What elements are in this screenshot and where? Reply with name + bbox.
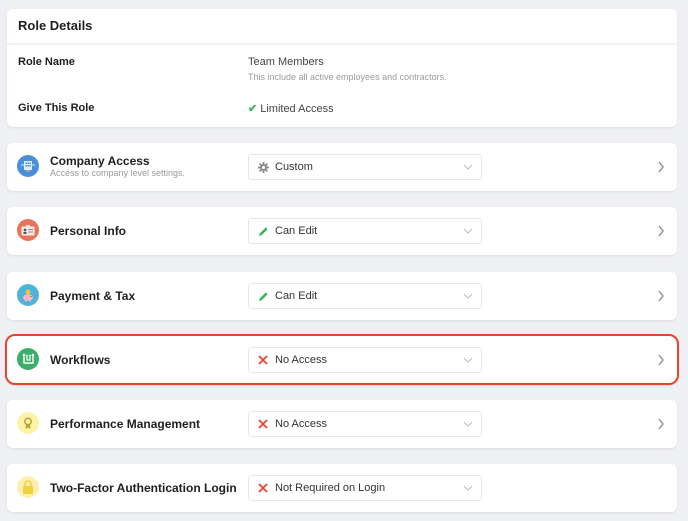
access-level-value: Not Required on Login [275,482,386,494]
permission-title: Personal Info [50,224,127,238]
pencil-icon [257,226,269,237]
permission-row-personal-info[interactable]: Personal Info Can Edit [7,207,677,255]
give-role-value-wrap: ✔ Limited Access [248,102,334,115]
chevron-right-icon[interactable] [657,224,665,242]
role-name-value: Team Members [248,56,324,68]
permission-title: Performance Management [50,417,201,431]
access-level-value: Can Edit [275,290,318,302]
chevron-down-icon [463,162,473,174]
piggy-bank-icon [17,284,39,306]
chevron-right-icon[interactable] [657,417,665,435]
workflow-icon [17,348,39,370]
chevron-right-icon[interactable] [657,289,665,307]
give-role-value: Limited Access [260,103,334,115]
chevron-down-icon [463,483,473,495]
chevron-right-icon[interactable] [657,353,665,371]
permission-row-performance-management[interactable]: Performance Management No Access [7,400,677,448]
permission-row-company-access[interactable]: Company Access Access to company level s… [7,143,677,191]
permission-row-two-factor-auth[interactable]: Two-Factor Authentication Login Not Requ… [7,464,677,512]
permission-row-payment-tax[interactable]: Payment & Tax Can Edit [7,272,677,320]
x-icon [257,419,269,429]
permission-title: Company Access [50,154,150,168]
award-icon [17,412,39,434]
pencil-icon [257,291,269,302]
id-card-icon [17,219,39,241]
permission-title: Workflows [50,353,111,367]
give-role-label: Give This Role [18,102,95,114]
access-level-select[interactable]: Can Edit [248,218,482,244]
access-level-value: No Access [275,354,327,366]
access-level-select[interactable]: Custom [248,154,482,180]
chevron-right-icon[interactable] [657,160,665,178]
permission-row-workflows[interactable]: Workflows No Access [5,334,679,385]
access-level-value: Can Edit [275,225,318,237]
permission-title: Payment & Tax [50,289,136,303]
permission-title: Two-Factor Authentication Login [50,481,237,495]
gear-icon [257,161,269,173]
chevron-down-icon [463,419,473,431]
access-level-value: Custom [275,161,313,173]
role-name-description: This include all active employees and co… [248,72,447,82]
access-level-value: No Access [275,418,327,430]
building-icon [17,155,39,177]
x-icon [257,355,269,365]
chevron-down-icon [463,291,473,303]
chevron-down-icon [463,355,473,367]
lock-icon [17,476,39,498]
role-name-label: Role Name [18,56,75,68]
check-icon: ✔ [248,103,258,115]
x-icon [257,483,269,493]
access-level-select[interactable]: Can Edit [248,283,482,309]
access-level-select[interactable]: No Access [248,347,482,373]
access-level-select[interactable]: No Access [248,411,482,437]
access-level-select[interactable]: Not Required on Login [248,475,482,501]
role-details-header: Role Details [7,9,677,45]
chevron-down-icon [463,226,473,238]
permission-subtitle: Access to company level settings. [50,168,186,178]
role-details-card: Role Details Role Name Team Members This… [7,9,677,127]
